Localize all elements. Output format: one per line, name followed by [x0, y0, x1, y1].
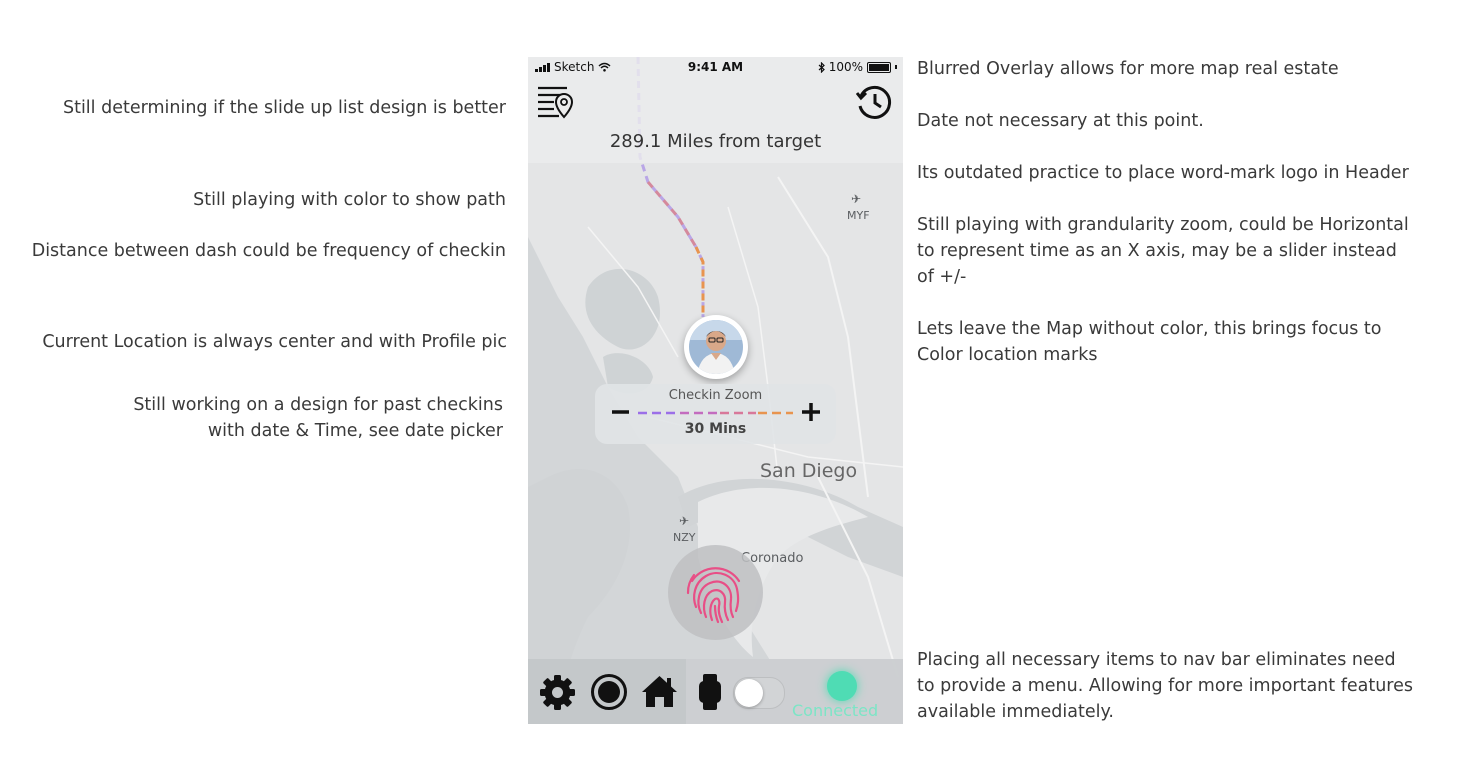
battery-nub [895, 65, 897, 69]
battery-icon [867, 61, 891, 73]
history-icon[interactable] [855, 84, 893, 121]
status-right: 100% [818, 60, 897, 74]
fingerprint-icon [686, 567, 741, 624]
note-slide-up-list: Still determining if the slide up list d… [62, 98, 506, 118]
toggle-knob [735, 679, 763, 707]
list-location-icon[interactable] [537, 84, 575, 120]
map-label-nzy: NZY [673, 531, 696, 544]
nav-bar: Connected [528, 659, 903, 724]
note-granularity: Still playing with grandularity zoom, co… [917, 215, 1409, 287]
note-past-checkins-1: Still working on a design for past check… [133, 395, 503, 415]
home-icon[interactable] [641, 674, 678, 709]
battery-percent: 100% [828, 60, 863, 74]
airport-icon: ✈ [851, 192, 862, 206]
note-dash-distance: Distance between dash could be frequency… [31, 241, 506, 261]
map-label-myf: MYF [847, 209, 870, 222]
connected-indicator [827, 671, 857, 701]
note-wordmark: Its outdated practice to place word-mark… [917, 163, 1409, 183]
phone-screen: MYF ✈ San Diego ✈ NZY Coronado Sketch 9:… [528, 57, 903, 724]
note-map-color: Lets leave the Map without color, this b… [917, 319, 1382, 365]
fingerprint-button[interactable] [668, 545, 763, 640]
avatar [689, 320, 743, 374]
zoom-dash-scale[interactable] [638, 410, 793, 416]
record-icon[interactable] [590, 673, 628, 711]
note-past-checkins-2: with date & Time, see date picker [207, 421, 503, 441]
gear-icon[interactable] [539, 674, 576, 711]
watch-toggle[interactable] [733, 677, 785, 709]
note-current-location: Current Location is always center and wi… [42, 332, 507, 352]
checkin-zoom-value: 30 Mins [684, 421, 747, 437]
note-blurred-overlay: Blurred Overlay allows for more map real… [917, 59, 1339, 79]
checkin-zoom: Checkin Zoom 30 Mins [595, 384, 836, 444]
map-label-city: San Diego [760, 460, 858, 482]
bluetooth-icon [818, 61, 825, 73]
distance-from-target: 289.1 Miles from target [609, 131, 822, 152]
watch-icon[interactable] [698, 673, 722, 711]
status-bar: Sketch 9:41 AM 100% [528, 57, 903, 77]
note-path-color: Still playing with color to show path [193, 190, 506, 210]
note-navbar: Placing all necessary items to nav bar e… [917, 650, 1413, 722]
note-date: Date not necessary at this point. [917, 111, 1204, 131]
current-location-marker[interactable] [684, 315, 748, 379]
airport-icon: ✈ [679, 514, 690, 528]
connected-label: Connected [792, 701, 879, 720]
